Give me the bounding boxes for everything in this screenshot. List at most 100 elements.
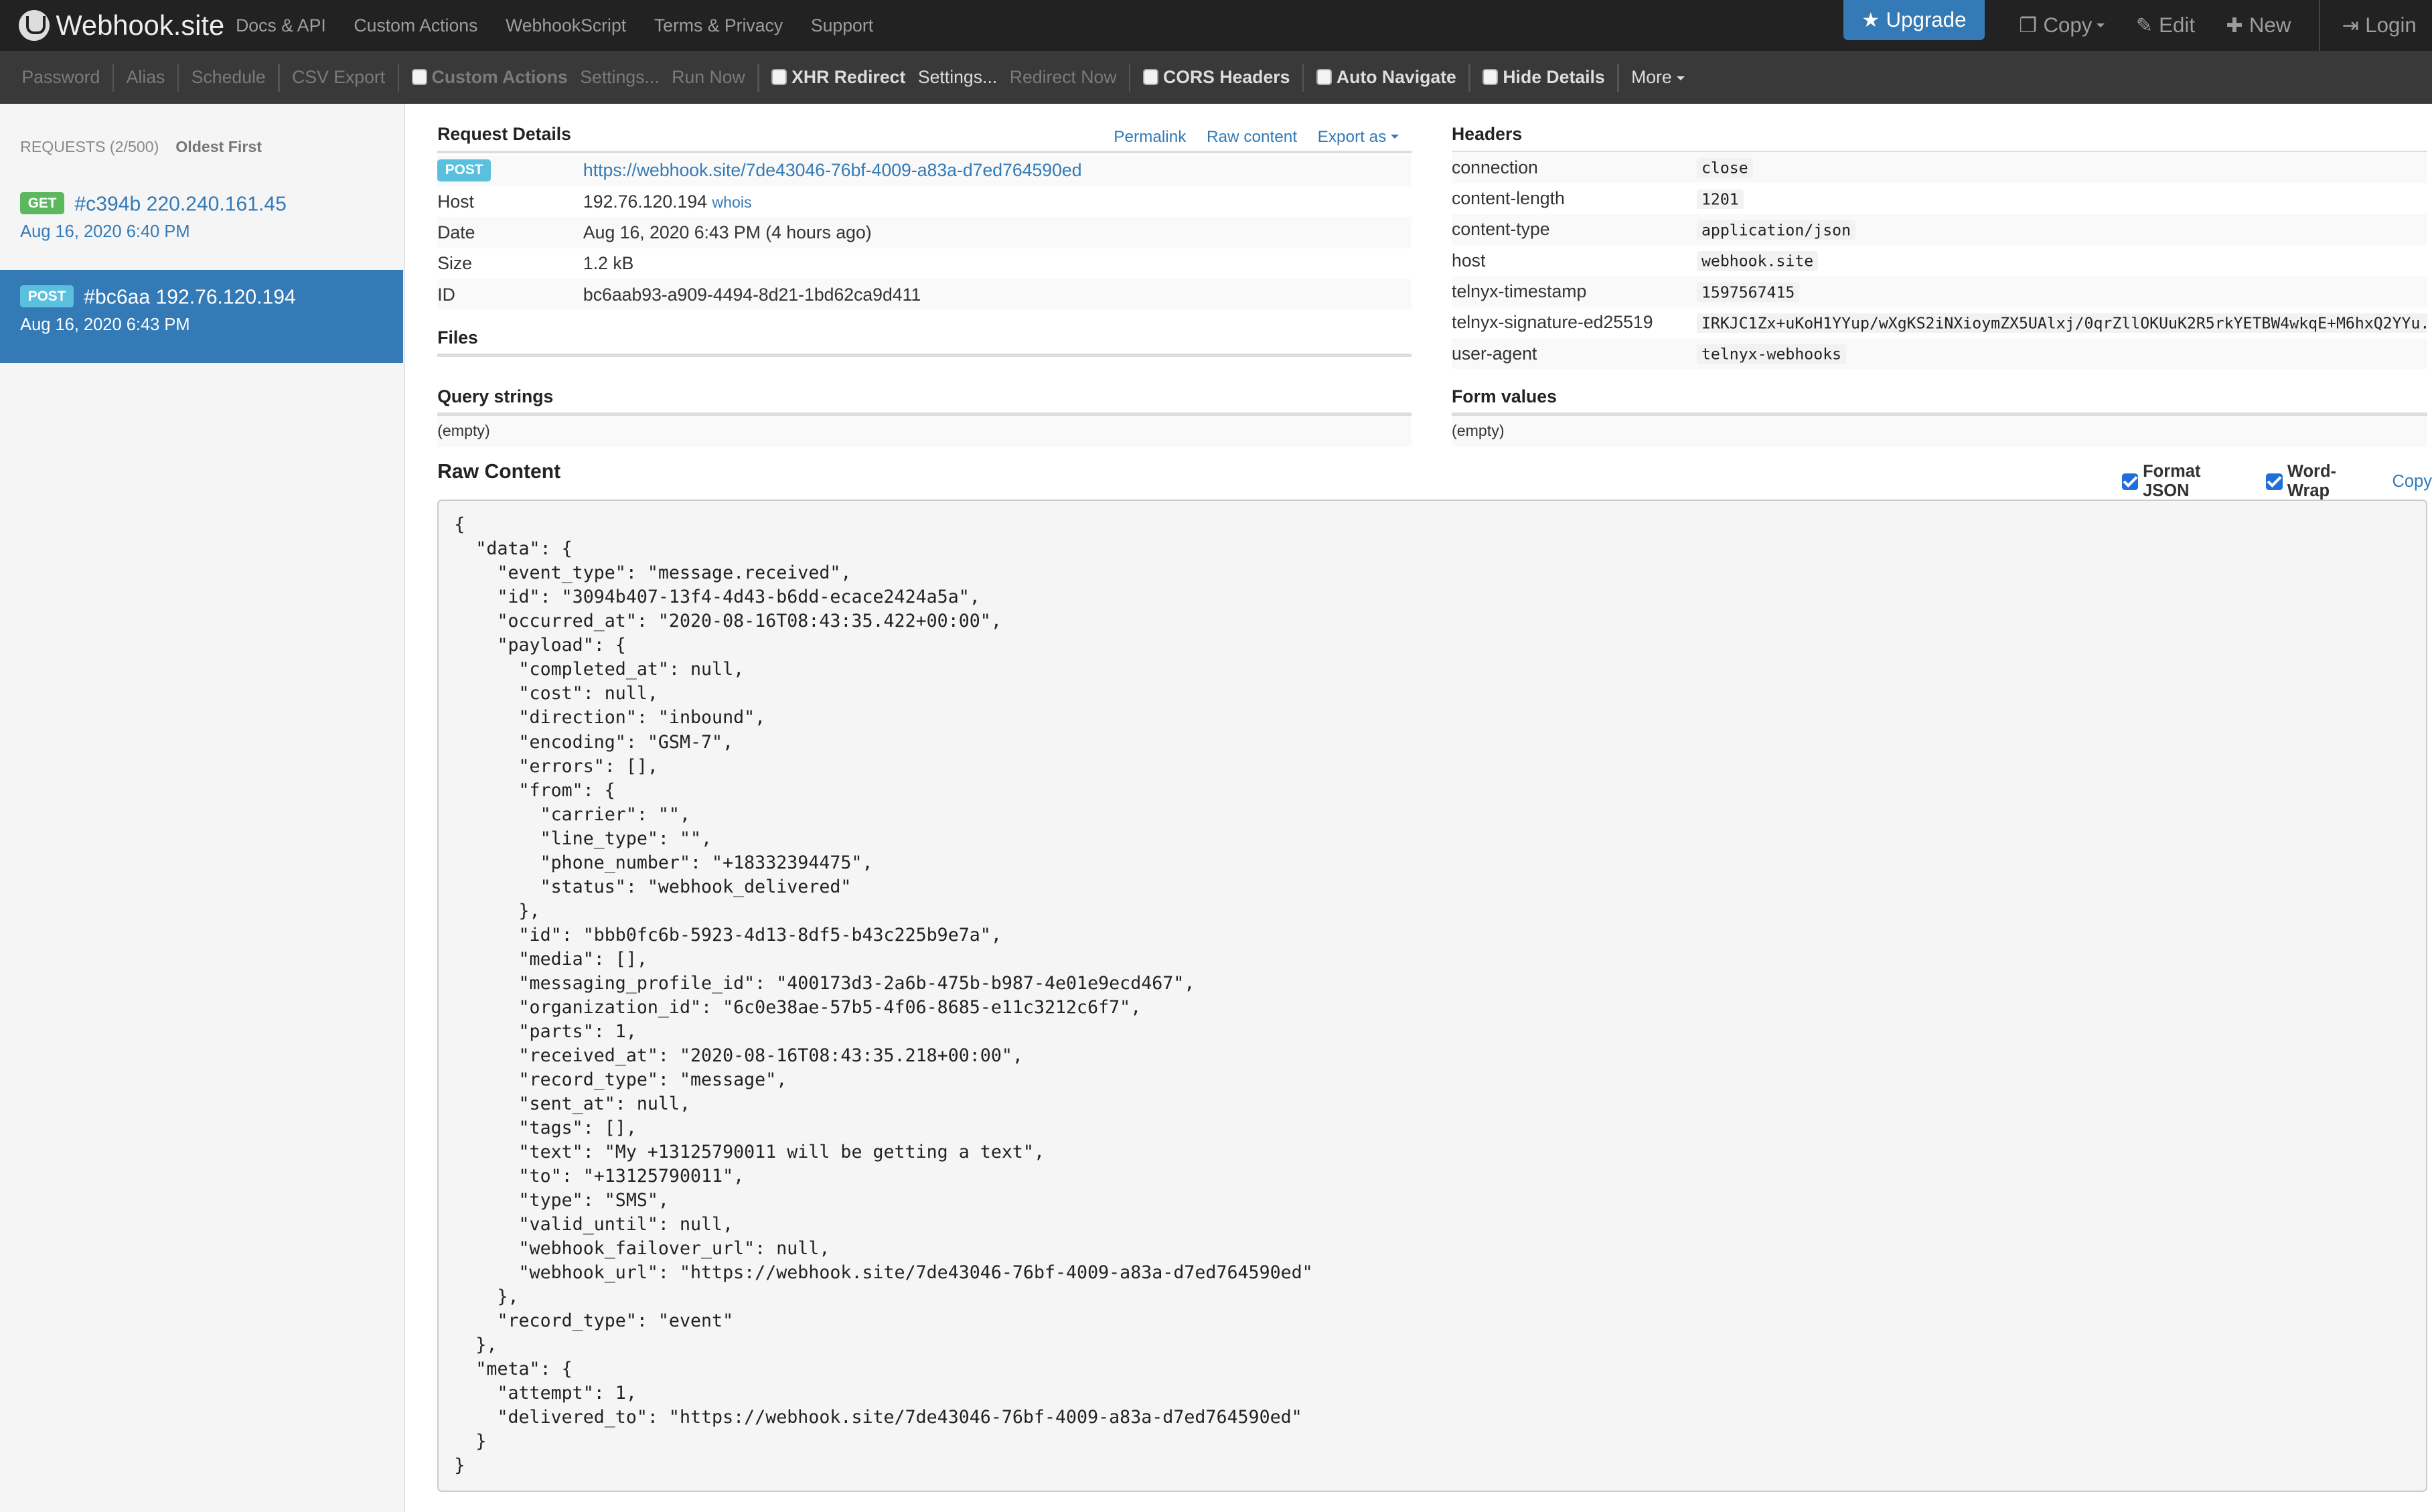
export-as-label: Export as <box>1317 127 1387 146</box>
request-item-selected[interactable]: POST #bc6aa 192.76.120.194 Aug 16, 2020 … <box>0 270 404 363</box>
csv-export-button[interactable]: CSV Export <box>280 67 398 88</box>
xhr-redirect-toggle[interactable]: XHR Redirect <box>759 67 918 88</box>
nav-divider <box>2319 0 2321 52</box>
cors-headers-toggle[interactable]: CORS Headers <box>1130 67 1302 88</box>
custom-actions-label: Custom Actions <box>431 67 568 88</box>
alias-button[interactable]: Alias <box>114 67 177 88</box>
login-button[interactable]: ⇥ Login <box>2327 0 2432 51</box>
header-row: user-agent telnyx-webhooks <box>1452 337 2427 370</box>
raw-content-body[interactable]: { "data": { "event_type": "message.recei… <box>437 499 2427 1493</box>
brand[interactable]: Webhook.site <box>18 0 225 51</box>
nav-link-webhookscript[interactable]: WebhookScript <box>491 15 640 36</box>
webhook-logo-icon <box>18 10 50 42</box>
chevron-down-icon <box>2097 23 2105 27</box>
id-value: bc6aab93-a909-4494-8d21-1bd62ca9d411 <box>583 284 921 305</box>
header-key: user-agent <box>1452 343 1537 364</box>
export-as-dropdown[interactable]: Export as <box>1318 128 1399 146</box>
header-value: IRKJC1Zx+uKoH1YYup/wXgKS2iNXioymZX5UAlxj… <box>1697 313 2427 333</box>
more-dropdown[interactable]: More <box>1619 67 1697 88</box>
whois-link[interactable]: whois <box>712 194 751 211</box>
xhr-settings[interactable]: Settings... <box>918 67 1010 88</box>
chevron-down-icon <box>1676 76 1685 80</box>
host-label: Host <box>437 191 474 212</box>
plus-icon: ✚ <box>2226 14 2243 37</box>
nav-link-custom-actions[interactable]: Custom Actions <box>340 15 492 36</box>
header-key: connection <box>1452 157 1538 177</box>
raw-content-link[interactable]: Raw content <box>1207 128 1297 146</box>
copy-label: Copy <box>2043 13 2093 37</box>
nav-link-support[interactable]: Support <box>797 15 887 36</box>
request-id: #c394b <box>74 193 141 216</box>
header-key: content-type <box>1452 219 1550 240</box>
request-url-link[interactable]: https://webhook.site/7de43046-76bf-4009-… <box>583 160 1082 181</box>
app-root: Webhook.site Docs & API Custom Actions W… <box>0 0 2432 1512</box>
date-value: Aug 16, 2020 6:43 PM (4 hours ago) <box>583 222 872 242</box>
edit-button[interactable]: ✎ Edit <box>2121 0 2211 51</box>
copy-raw-button[interactable]: Copy <box>2392 472 2431 492</box>
query-strings-empty: (empty) <box>437 422 490 440</box>
method-badge: POST <box>20 285 74 308</box>
upgrade-button[interactable]: ★ Upgrade <box>1843 0 1985 41</box>
word-wrap-label: Word-Wrap <box>2287 462 2336 501</box>
detail-row-url: POST https://webhook.site/7de43046-76bf-… <box>437 155 1412 186</box>
detail-row-id: ID bc6aab93-a909-4494-8d21-1bd62ca9d411 <box>437 279 1412 311</box>
new-label: New <box>2249 13 2291 37</box>
custom-actions-settings[interactable]: Settings... <box>580 67 672 88</box>
hide-details-label: Hide Details <box>1503 67 1605 88</box>
nav-link-docs[interactable]: Docs & API <box>222 15 339 36</box>
word-wrap-checkbox[interactable] <box>2266 473 2283 490</box>
xhr-redirect-label: XHR Redirect <box>791 67 906 88</box>
options-toolbar: Password Alias Schedule CSV Export Custo… <box>0 51 2432 104</box>
form-values-title: Form values <box>1452 386 1557 406</box>
redirect-now-button[interactable]: Redirect Now <box>1010 67 1129 88</box>
custom-actions-toggle[interactable]: Custom Actions <box>399 67 580 88</box>
more-label: More <box>1631 67 1672 88</box>
header-value: 1597567415 <box>1697 282 1800 302</box>
form-values-empty: (empty) <box>1452 422 1505 440</box>
header-value: webhook.site <box>1697 251 1819 271</box>
query-strings-row: (empty) <box>437 415 1412 447</box>
nav-link-terms[interactable]: Terms & Privacy <box>640 15 797 36</box>
header-value: 1201 <box>1697 189 1744 209</box>
cors-headers-checkbox[interactable] <box>1142 69 1159 85</box>
request-details-links: Permalink Raw content Export as <box>1098 126 1399 147</box>
header-key: content-length <box>1452 187 1565 208</box>
request-date: Aug 16, 2020 6:43 PM <box>20 315 190 334</box>
hide-details-toggle[interactable]: Hide Details <box>1470 67 1618 88</box>
hide-details-checkbox[interactable] <box>1483 69 1499 85</box>
request-item[interactable]: GET #c394b 220.240.161.45 Aug 16, 2020 6… <box>0 177 403 270</box>
schedule-button[interactable]: Schedule <box>179 67 278 88</box>
request-date: Aug 16, 2020 6:40 PM <box>20 222 190 241</box>
request-summary: GET #c394b 220.240.161.45 <box>20 192 383 216</box>
method-cell: POST <box>437 159 496 182</box>
request-ip: 192.76.120.194 <box>155 286 296 309</box>
brand-name: Webhook.site <box>56 9 225 42</box>
copy-dropdown[interactable]: ❐ Copy <box>2003 0 2121 51</box>
requests-sidebar: REQUESTS (2/500) Oldest First GET #c394b… <box>0 104 405 1512</box>
upgrade-label: Upgrade <box>1886 8 1967 32</box>
cors-headers-label: CORS Headers <box>1163 67 1290 88</box>
header-row: content-length 1201 <box>1452 183 2427 214</box>
password-button[interactable]: Password <box>9 67 112 88</box>
auto-navigate-label: Auto Navigate <box>1336 67 1456 88</box>
header-row: connection close <box>1452 151 2427 183</box>
edit-label: Edit <box>2159 13 2196 37</box>
login-icon: ⇥ <box>2342 14 2360 37</box>
oldest-first-toggle[interactable]: Oldest First <box>175 138 262 155</box>
run-now-button[interactable]: Run Now <box>672 67 757 88</box>
copy-icon: ❐ <box>2019 14 2038 37</box>
query-strings-title: Query strings <box>437 386 554 406</box>
auto-navigate-toggle[interactable]: Auto Navigate <box>1304 67 1468 88</box>
format-json-checkbox[interactable] <box>2121 473 2139 490</box>
divider <box>437 354 1412 357</box>
method-badge: POST <box>437 159 491 181</box>
new-button[interactable]: ✚ New <box>2210 0 2306 51</box>
request-details-header: Request Details Permalink Raw content Ex… <box>437 124 1412 147</box>
header-row: telnyx-timestamp 1597567415 <box>1452 276 2427 307</box>
header-key: telnyx-signature-ed25519 <box>1452 312 1653 333</box>
auto-navigate-checkbox[interactable] <box>1316 69 1332 85</box>
permalink-link[interactable]: Permalink <box>1114 128 1186 146</box>
xhr-redirect-checkbox[interactable] <box>771 69 787 85</box>
custom-actions-checkbox[interactable] <box>411 69 427 85</box>
star-icon: ★ <box>1861 9 1880 31</box>
